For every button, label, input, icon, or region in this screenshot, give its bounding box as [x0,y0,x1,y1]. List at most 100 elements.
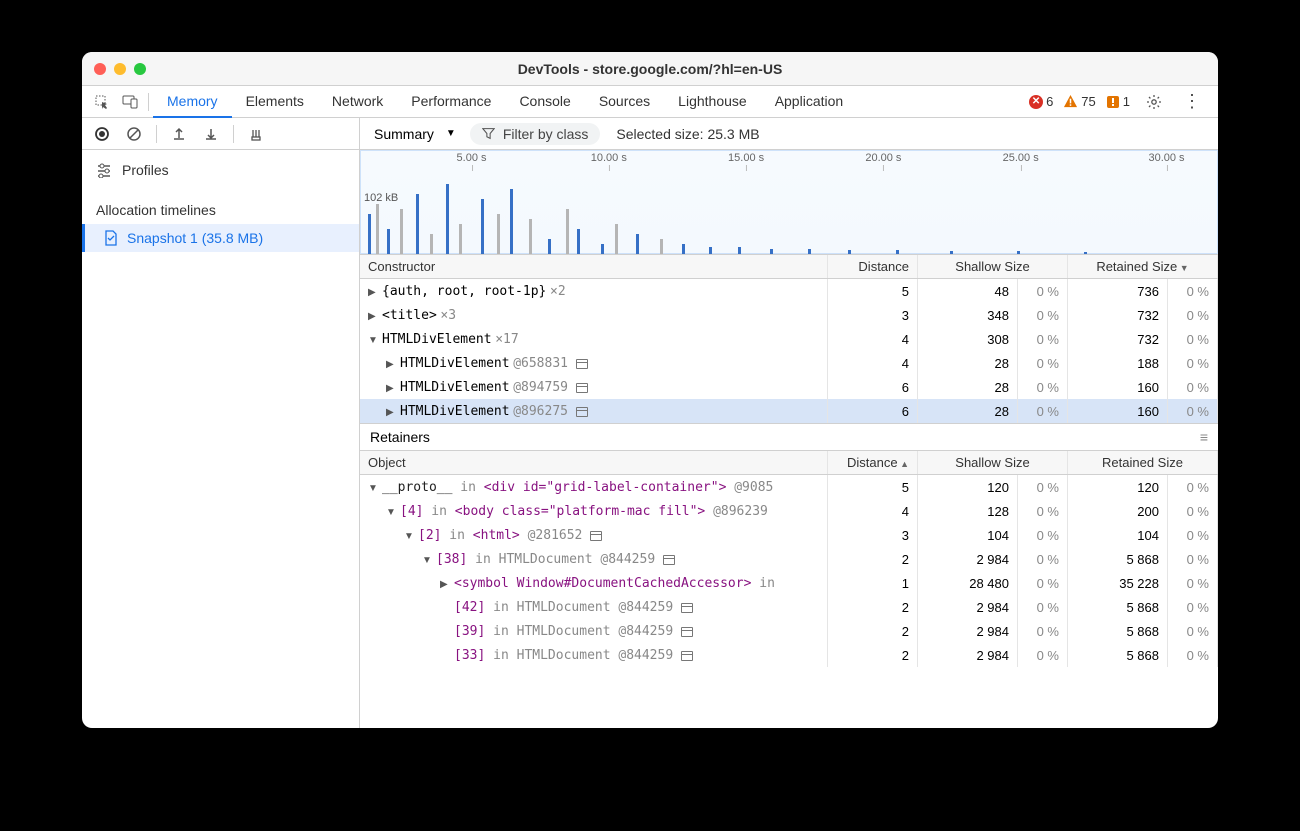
tab-application[interactable]: Application [761,86,858,118]
alloc-bar[interactable] [529,219,532,254]
tab-memory[interactable]: Memory [153,86,232,118]
tab-network[interactable]: Network [318,86,397,118]
table-row[interactable]: ▶<title> ×333480 %7320 % [360,303,1218,327]
record-icon[interactable] [88,120,116,148]
alloc-bar[interactable] [1017,251,1020,254]
alloc-bar[interactable] [808,249,811,254]
col-constructor[interactable]: Constructor [360,255,828,279]
class-filter-input[interactable]: Filter by class [470,123,601,145]
tab-lighthouse[interactable]: Lighthouse [664,86,761,118]
divider [148,93,149,111]
export-icon[interactable] [165,120,193,148]
col-shallow[interactable]: Shallow Size [918,255,1068,279]
alloc-bar[interactable] [416,194,419,254]
tab-console[interactable]: Console [505,86,584,118]
alloc-bar[interactable] [566,209,569,254]
table-row[interactable]: ▶HTMLDivElement @896275 6280 %1600 % [360,399,1218,423]
tab-elements[interactable]: Elements [232,86,318,118]
alloc-bar[interactable] [387,229,390,254]
alloc-bar[interactable] [950,251,953,254]
alloc-bar[interactable] [481,199,484,254]
table-row[interactable]: [42] in HTMLDocument @844259 22 9840 %5 … [360,595,1218,619]
window-icon [681,627,693,637]
alloc-bar[interactable] [636,234,639,254]
minimize-icon[interactable] [114,63,126,75]
alloc-bar[interactable] [400,209,403,254]
expand-icon[interactable]: ▶ [368,311,378,322]
import-icon[interactable] [197,120,225,148]
warnings-badge[interactable]: 75 [1063,94,1095,109]
flag-icon [1106,95,1120,109]
close-icon[interactable] [94,63,106,75]
alloc-bar[interactable] [770,249,773,254]
table-row[interactable]: ▶{auth, root, root-1p} ×25480 %7360 % [360,279,1218,304]
alloc-bar[interactable] [368,214,371,254]
col-object[interactable]: Object [360,451,828,475]
expand-icon[interactable]: ▶ [386,359,396,370]
inspect-element-icon[interactable] [88,88,116,116]
more-menu-icon[interactable]: ⋮ [1178,88,1206,116]
warning-icon [1063,94,1078,109]
menu-icon[interactable]: ≡ [1200,429,1208,445]
alloc-bar[interactable] [510,189,513,254]
table-row[interactable]: ▼[4] in <body class="platform-mac fill">… [360,499,1218,523]
table-row[interactable]: ▼[2] in <html> @281652 31040 %1040 % [360,523,1218,547]
table-row[interactable]: [39] in HTMLDocument @844259 22 9840 %5 … [360,619,1218,643]
table-row[interactable]: [33] in HTMLDocument @844259 22 9840 %5 … [360,643,1218,667]
alloc-bar[interactable] [738,247,741,254]
sidebar-item-snapshot[interactable]: Snapshot 1 (35.8 MB) [82,224,359,252]
alloc-bar[interactable] [615,224,618,254]
error-icon: ✕ [1029,95,1043,109]
expand-icon[interactable]: ▼ [404,531,414,542]
col-shallow[interactable]: Shallow Size [918,451,1068,475]
alloc-bar[interactable] [430,234,433,254]
gc-icon[interactable] [242,120,270,148]
alloc-bar[interactable] [896,250,899,254]
alloc-bar[interactable] [848,250,851,254]
alloc-bar[interactable] [1084,252,1087,254]
alloc-bar[interactable] [459,224,462,254]
expand-icon[interactable]: ▶ [440,579,450,590]
table-row[interactable]: ▶HTMLDivElement @658831 4280 %1880 % [360,351,1218,375]
view-mode-dropdown[interactable]: Summary ▼ [370,124,460,144]
window-icon [576,383,588,393]
window-icon [576,359,588,369]
expand-icon[interactable]: ▼ [422,555,432,566]
col-distance[interactable]: Distance [828,255,918,279]
table-row[interactable]: ▶<symbol Window#DocumentCachedAccessor> … [360,571,1218,595]
window-icon [590,531,602,541]
errors-badge[interactable]: ✕ 6 [1029,94,1053,109]
col-retained[interactable]: Retained Size [1068,255,1218,279]
expand-icon[interactable]: ▼ [368,335,378,346]
col-retained[interactable]: Retained Size [1068,451,1218,475]
alloc-bar[interactable] [709,247,712,254]
alloc-bar[interactable] [548,239,551,254]
tick-label: 30.00 s [1148,152,1184,164]
table-row[interactable]: ▼__proto__ in <div id="grid-label-contai… [360,475,1218,500]
clear-icon[interactable] [120,120,148,148]
device-toggle-icon[interactable] [116,88,144,116]
allocation-timeline-chart[interactable]: 5.00 s10.00 s15.00 s20.00 s25.00 s30.00 … [360,150,1218,255]
zoom-icon[interactable] [134,63,146,75]
expand-icon[interactable]: ▼ [386,507,396,518]
tab-performance[interactable]: Performance [397,86,505,118]
col-distance[interactable]: Distance [828,451,918,475]
expand-icon[interactable]: ▶ [386,407,396,418]
expand-icon[interactable]: ▼ [368,483,378,494]
alloc-bar[interactable] [497,214,500,254]
expand-icon[interactable]: ▶ [386,383,396,394]
table-row[interactable]: ▶HTMLDivElement @894759 6280 %1600 % [360,375,1218,399]
expand-icon[interactable]: ▶ [368,287,378,298]
alloc-bar[interactable] [660,239,663,254]
sliders-icon[interactable] [96,162,112,178]
settings-icon[interactable] [1140,88,1168,116]
alloc-bar[interactable] [601,244,604,254]
alloc-bar[interactable] [376,204,379,254]
table-row[interactable]: ▼[38] in HTMLDocument @844259 22 9840 %5… [360,547,1218,571]
alloc-bar[interactable] [577,229,580,254]
issues-badge[interactable]: 1 [1106,94,1130,109]
alloc-bar[interactable] [446,184,449,254]
tab-sources[interactable]: Sources [585,86,664,118]
alloc-bar[interactable] [682,244,685,254]
table-row[interactable]: ▼HTMLDivElement ×1743080 %7320 % [360,327,1218,351]
